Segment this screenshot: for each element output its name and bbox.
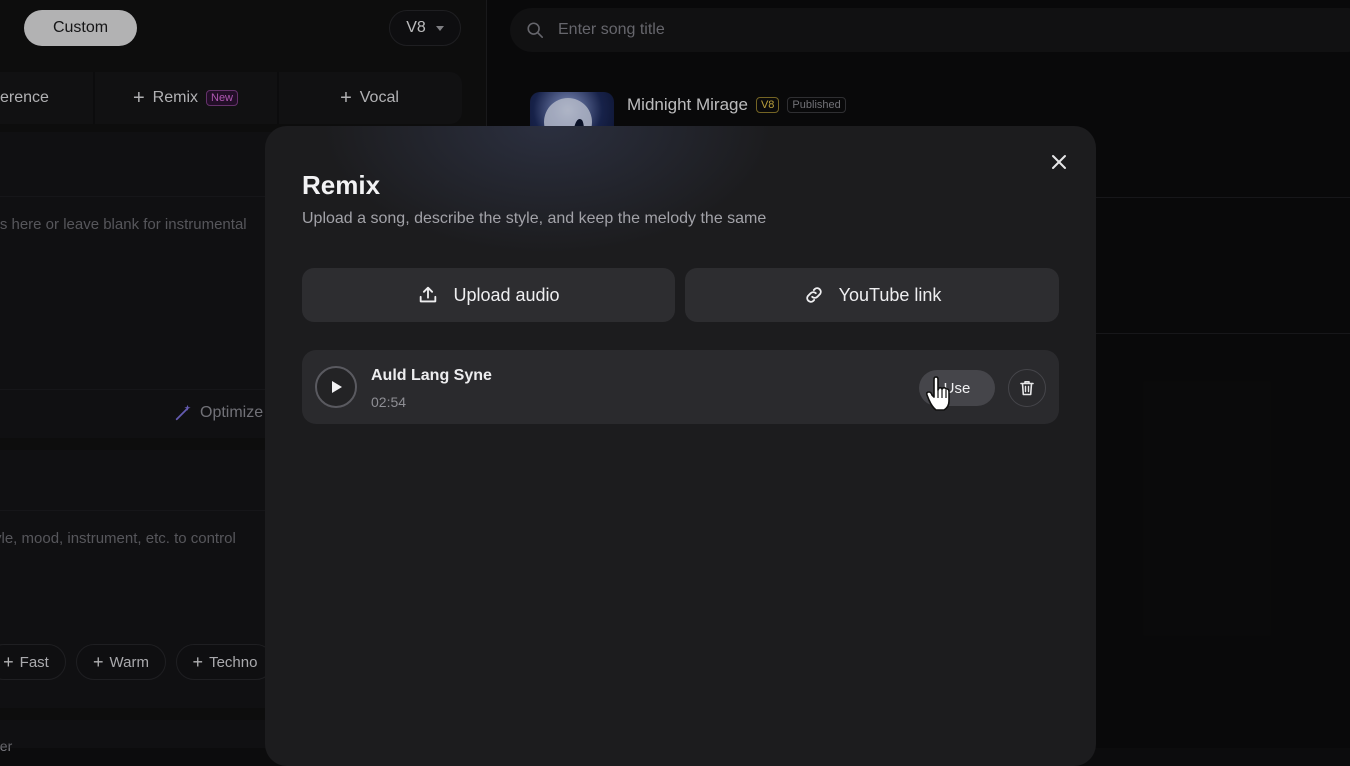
close-button[interactable] (1047, 150, 1071, 174)
play-icon (332, 381, 342, 393)
youtube-link-button[interactable]: YouTube link (685, 268, 1059, 322)
track-duration: 02:54 (371, 394, 407, 410)
upload-icon (420, 286, 437, 303)
delete-track-button[interactable] (1008, 369, 1046, 407)
upload-audio-button[interactable]: Upload audio (302, 268, 675, 322)
track-name: Auld Lang Syne (371, 367, 492, 384)
play-button[interactable] (315, 366, 357, 408)
modal-subtitle: Upload a song, describe the style, and k… (302, 210, 767, 227)
upload-audio-label: Upload audio (453, 284, 560, 305)
trash-icon (1020, 381, 1034, 396)
hand-cursor-icon (926, 376, 950, 411)
modal-title: Remix (302, 170, 381, 200)
youtube-link-label: YouTube link (838, 284, 942, 305)
link-icon (805, 287, 822, 303)
close-icon (1052, 155, 1066, 169)
